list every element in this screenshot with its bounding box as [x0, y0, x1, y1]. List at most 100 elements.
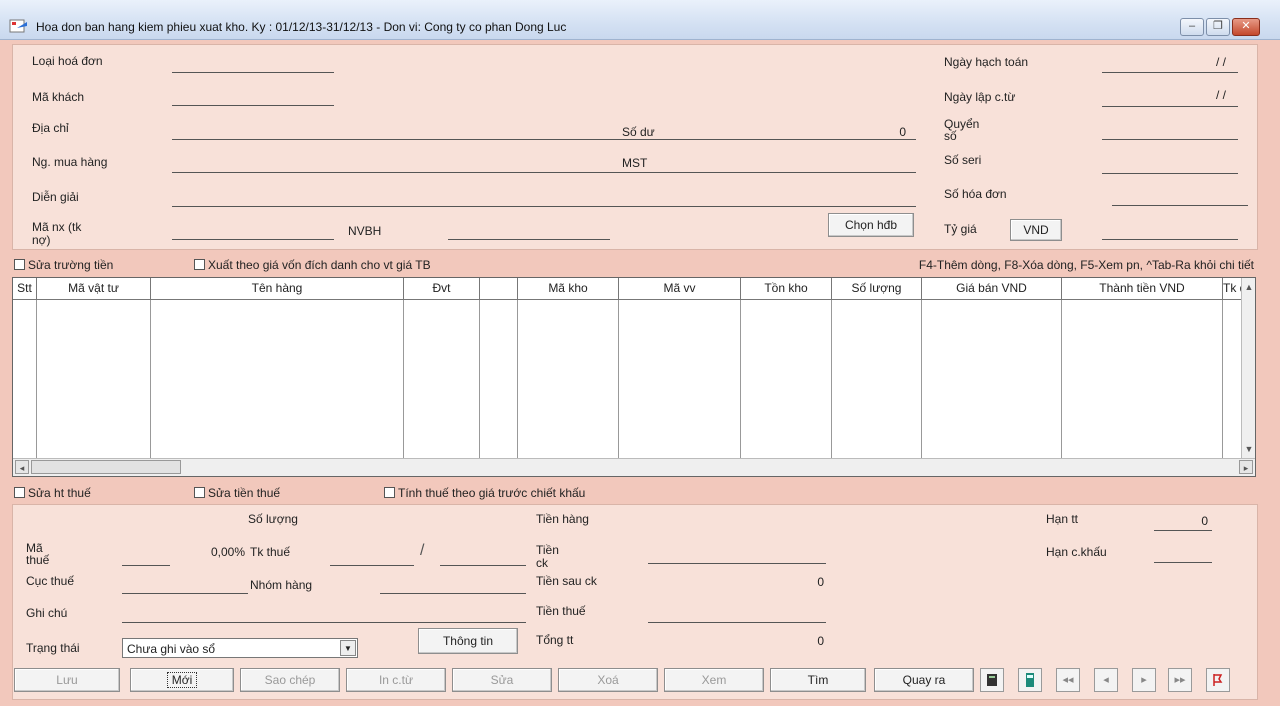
app-icon	[9, 19, 27, 33]
in-ctu-label: In c.từ	[378, 673, 414, 687]
sao-chep-button[interactable]: Sao chép	[240, 668, 340, 692]
thong-tin-label: Thông tin	[442, 634, 494, 648]
scroll-down-icon[interactable]: ▼	[1242, 442, 1256, 456]
in-ctu-button[interactable]: In c.từ	[346, 668, 446, 692]
checkbox-box[interactable]	[384, 487, 395, 498]
last-record-button[interactable]: ▸▸	[1168, 668, 1192, 692]
scroll-right-icon[interactable]: ▸	[1239, 460, 1253, 474]
col-ma-kho[interactable]: Mã kho	[518, 278, 619, 300]
han-tt-value: 0	[1201, 514, 1208, 528]
so-seri-field[interactable]	[1102, 173, 1238, 174]
tk-thue-label: Tk thuế	[250, 545, 291, 559]
col-ma-vat-tu[interactable]: Mã vật tư	[37, 278, 151, 300]
col-dvt[interactable]: Đvt	[404, 278, 480, 300]
dia-chi-label: Địa chỉ	[32, 121, 69, 135]
col-tk[interactable]: Tk d	[1223, 278, 1241, 300]
loai-hoa-don-field[interactable]	[172, 72, 334, 73]
sua-tien-thue-checkbox[interactable]: Sửa tiền thuế	[194, 486, 280, 500]
ngay-hach-toan-field[interactable]	[1102, 72, 1238, 73]
ng-mua-hang-label: Ng. mua hàng	[32, 155, 108, 169]
tk-thue-field[interactable]	[330, 565, 414, 566]
tax-rate-value: 0,00%	[210, 545, 245, 559]
thong-tin-button[interactable]: Thông tin	[418, 628, 518, 654]
col-ma-vv[interactable]: Mã vv	[619, 278, 741, 300]
xoa-button[interactable]: Xoá	[558, 668, 658, 692]
nvbh-field[interactable]	[448, 239, 610, 240]
nhom-hang-field[interactable]	[380, 593, 526, 594]
grid-column	[832, 300, 922, 458]
col-blank[interactable]	[480, 278, 518, 300]
xem-button[interactable]: Xem	[664, 668, 764, 692]
ghi-chu-field[interactable]	[122, 622, 526, 623]
col-thanh-tien[interactable]: Thành tiền VND	[1062, 278, 1223, 300]
ma-khach-field[interactable]	[172, 105, 334, 106]
han-ckhau-field[interactable]	[1154, 562, 1212, 563]
ty-gia-field[interactable]	[1102, 239, 1238, 240]
exit-button[interactable]	[1206, 668, 1230, 692]
tien-ck-label: Tiền ck	[536, 543, 559, 570]
col-ton-kho[interactable]: Tồn kho	[741, 278, 832, 300]
grid-column	[619, 300, 741, 458]
chon-hdb-button[interactable]: Chọn hđb	[828, 213, 914, 237]
quyen-so-field[interactable]	[1102, 139, 1238, 140]
cuc-thue-field[interactable]	[122, 593, 248, 594]
close-button[interactable]: ✕	[1232, 18, 1260, 36]
prev-icon: ◂	[1103, 674, 1109, 686]
ma-thue-field[interactable]	[122, 565, 170, 566]
tien-ck-field[interactable]	[648, 563, 826, 564]
scroll-left-icon[interactable]: ◂	[15, 460, 29, 474]
sua-truong-tien-checkbox[interactable]: Sửa trường tiền	[14, 258, 113, 272]
minimize-button[interactable]: –	[1180, 18, 1204, 36]
checkbox-box[interactable]	[14, 487, 25, 498]
xuat-theo-gia-von-checkbox[interactable]: Xuất theo giá vốn đích danh cho vt giá T…	[194, 258, 431, 272]
col-stt[interactable]: Stt	[13, 278, 37, 300]
ma-nx-field[interactable]	[172, 239, 334, 240]
grid-horizontal-scrollbar[interactable]: ◂ ▸	[13, 458, 1255, 476]
checkbox-box[interactable]	[194, 487, 205, 498]
so-luong-label: Số lượng	[248, 512, 298, 526]
sua-ht-thue-checkbox[interactable]: Sửa ht thuế	[14, 486, 91, 500]
ngay-lap-ctu-label: Ngày lập c.từ	[944, 90, 1016, 104]
ng-mua-hang-field[interactable]	[172, 172, 916, 173]
col-gia-ban[interactable]: Giá bán VND	[922, 278, 1062, 300]
tien-thue-field[interactable]	[648, 622, 826, 623]
currency-button[interactable]: VND	[1010, 219, 1062, 241]
tim-button[interactable]: Tìm	[770, 668, 866, 692]
col-ten-hang[interactable]: Tên hàng	[151, 278, 404, 300]
tk-thue-field-2[interactable]	[440, 565, 526, 566]
quay-ra-label: Quay ra	[902, 673, 946, 687]
col-so-luong[interactable]: Số lượng	[832, 278, 922, 300]
calculator-button[interactable]	[980, 668, 1004, 692]
quay-ra-button[interactable]: Quay ra	[874, 668, 974, 692]
chevron-down-icon[interactable]: ▼	[340, 640, 356, 656]
ngay-lap-ctu-field[interactable]	[1102, 106, 1238, 107]
next-record-button[interactable]: ▸	[1132, 668, 1156, 692]
ty-gia-label: Tỷ giá	[944, 222, 977, 236]
xuat-theo-gia-von-label: Xuất theo giá vốn đích danh cho vt giá T…	[208, 258, 431, 272]
nvbh-label: NVBH	[348, 224, 382, 238]
luu-label: Lưu	[56, 673, 78, 687]
ma-nx-label: Mã nx (tk nợ)	[32, 220, 82, 247]
first-record-button[interactable]: ◂◂	[1056, 668, 1080, 692]
scroll-thumb[interactable]	[31, 460, 181, 474]
dien-giai-field[interactable]	[172, 206, 916, 207]
luu-button[interactable]: Lưu	[14, 668, 120, 692]
dien-giai-label: Diễn giải	[32, 190, 79, 204]
trang-thai-select[interactable]: Chưa ghi vào sổ ▼	[122, 638, 358, 658]
items-grid[interactable]: Stt Mã vật tư Tên hàng Đvt Mã kho Mã vv …	[12, 277, 1256, 477]
restore-button[interactable]: ❐	[1206, 18, 1230, 36]
prev-record-button[interactable]: ◂	[1094, 668, 1118, 692]
han-tt-field[interactable]	[1154, 530, 1212, 531]
calc-green-button[interactable]	[1018, 668, 1042, 692]
scroll-up-icon[interactable]: ▲	[1242, 280, 1256, 294]
loai-hoa-don-label: Loại hoá đơn	[32, 54, 103, 68]
tinh-thue-checkbox[interactable]: Tính thuế theo giá trước chiết khấu	[384, 486, 585, 500]
sua-button[interactable]: Sửa	[452, 668, 552, 692]
tong-tt-label: Tổng tt	[536, 633, 574, 647]
checkbox-box[interactable]	[194, 259, 205, 270]
moi-button[interactable]: Mới	[130, 668, 234, 692]
so-hoa-don-field[interactable]	[1112, 205, 1248, 206]
grid-vertical-scrollbar[interactable]: ▲ ▼	[1241, 278, 1255, 458]
checkbox-box[interactable]	[14, 259, 25, 270]
dia-chi-field[interactable]	[172, 139, 916, 140]
